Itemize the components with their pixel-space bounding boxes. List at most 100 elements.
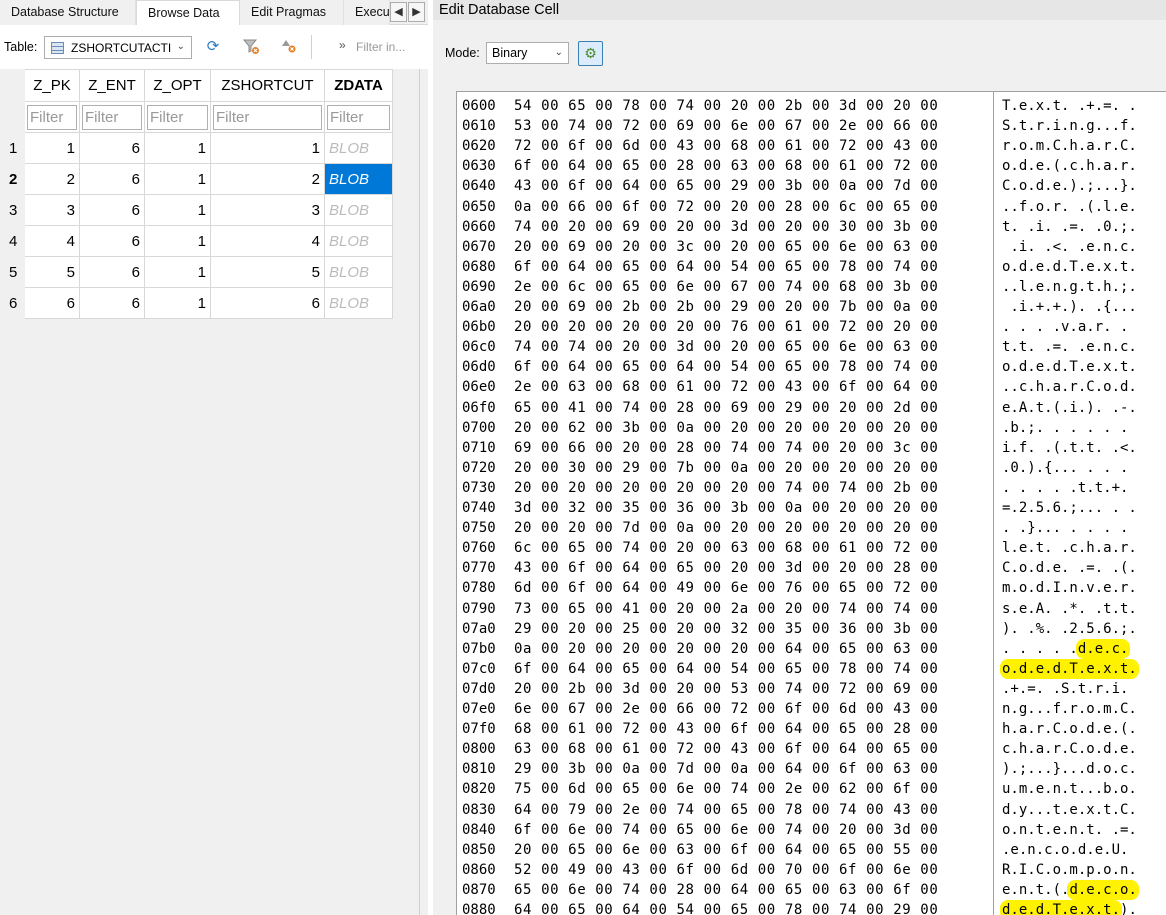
filter-input-zdata[interactable]: Filter <box>327 104 390 130</box>
hex-bytes[interactable]: 6f 00 64 00 65 00 28 00 63 00 68 00 61 0… <box>514 156 938 176</box>
cell-z-opt[interactable]: 1 <box>144 163 211 195</box>
hex-bytes[interactable]: 6c 00 65 00 74 00 20 00 63 00 68 00 61 0… <box>514 538 938 558</box>
column-header-z-opt[interactable]: Z_OPT <box>144 69 211 102</box>
table-row[interactable]: 4 4 6 1 4 BLOB <box>3 225 393 257</box>
table-select[interactable]: ZSHORTCUTACTI ⌄ <box>44 36 192 59</box>
hex-ascii[interactable]: d.e.d.T.e.x.t.). <box>1002 900 1137 915</box>
cell-z-opt[interactable]: 1 <box>144 256 211 288</box>
hex-ascii[interactable]: .0.).{... . . . <box>1002 458 1128 478</box>
cell-z-pk[interactable]: 2 <box>24 163 80 195</box>
hex-ascii[interactable]: h.a.r.C.o.d.e.(. <box>1002 719 1137 739</box>
tab-scroll-right-icon[interactable]: ▶ <box>408 2 425 22</box>
hex-bytes[interactable]: 75 00 6d 00 65 00 6e 00 74 00 2e 00 62 0… <box>514 779 938 799</box>
hex-ascii[interactable]: .+.=. .S.t.r.i. <box>1002 679 1128 699</box>
cell-z-opt[interactable]: 1 <box>144 287 211 319</box>
hex-ascii[interactable]: t. .i. .=. .0.;. <box>1002 217 1137 237</box>
hex-bytes[interactable]: 6f 00 64 00 65 00 64 00 54 00 65 00 78 0… <box>514 257 938 277</box>
hex-ascii[interactable]: e.n.t.(.d.e.c.o. <box>1002 880 1137 900</box>
hex-ascii[interactable]: . .}... . . . . <box>1002 518 1128 538</box>
mode-select[interactable]: Binary ⌄ <box>486 42 569 64</box>
row-number[interactable]: 1 <box>3 132 25 164</box>
table-row[interactable]: 1 1 6 1 1 BLOB <box>3 132 393 164</box>
hex-bytes[interactable]: 20 00 30 00 29 00 7b 00 0a 00 20 00 20 0… <box>514 458 938 478</box>
row-number[interactable]: 2 <box>3 163 25 195</box>
hex-ascii[interactable]: n.g...f.r.o.m.C. <box>1002 699 1137 719</box>
cell-z-ent[interactable]: 6 <box>79 287 145 319</box>
hex-bytes[interactable]: 20 00 69 00 20 00 3c 00 20 00 65 00 6e 0… <box>514 237 938 257</box>
filter-input-z-ent[interactable]: Filter <box>82 104 142 130</box>
table-row[interactable]: 5 5 6 1 5 BLOB <box>3 256 393 288</box>
hex-bytes[interactable]: 20 00 20 00 7d 00 0a 00 20 00 20 00 20 0… <box>514 518 938 538</box>
hex-ascii[interactable]: S.t.r.i.n.g...f. <box>1002 116 1137 136</box>
cell-zdata[interactable]: BLOB <box>324 287 393 319</box>
hex-bytes[interactable]: 2e 00 63 00 68 00 61 00 72 00 43 00 6f 0… <box>514 377 938 397</box>
hex-ascii[interactable]: ).;...}...d.o.c. <box>1002 759 1137 779</box>
hex-bytes[interactable]: 72 00 6f 00 6d 00 43 00 68 00 61 00 72 0… <box>514 136 938 156</box>
cell-zdata[interactable]: BLOB <box>324 225 393 257</box>
hex-bytes[interactable]: 43 00 6f 00 64 00 65 00 20 00 3d 00 20 0… <box>514 558 938 578</box>
hex-bytes[interactable]: 20 00 20 00 20 00 20 00 76 00 61 00 72 0… <box>514 317 938 337</box>
tab-browse-data[interactable]: Browse Data <box>136 0 240 26</box>
column-header-zshortcut[interactable]: ZSHORTCUT <box>210 69 325 102</box>
hex-bytes[interactable]: 53 00 74 00 72 00 69 00 6e 00 67 00 2e 0… <box>514 116 938 136</box>
hex-ascii[interactable]: C.o.d.e. .=. .(. <box>1002 558 1137 578</box>
hex-bytes[interactable]: 20 00 20 00 20 00 20 00 20 00 74 00 74 0… <box>514 478 938 498</box>
hex-ascii[interactable]: . . . . .t.t.+. <box>1002 478 1128 498</box>
hex-ascii[interactable]: l.e.t. .c.h.a.r. <box>1002 538 1137 558</box>
cell-z-pk[interactable]: 4 <box>24 225 80 257</box>
tab-edit-pragmas[interactable]: Edit Pragmas <box>240 0 344 25</box>
hex-bytes[interactable]: 65 00 41 00 74 00 28 00 69 00 29 00 20 0… <box>514 398 938 418</box>
row-number[interactable]: 6 <box>3 287 25 319</box>
hex-bytes[interactable]: 69 00 66 00 20 00 28 00 74 00 74 00 20 0… <box>514 438 938 458</box>
cell-zdata[interactable]: BLOB <box>324 194 393 226</box>
hex-ascii[interactable]: i.f. .(.t.t. .<. <box>1002 438 1137 458</box>
hex-ascii[interactable]: ..c.h.a.r.C.o.d. <box>1002 377 1137 397</box>
cell-z-ent[interactable]: 6 <box>79 163 145 195</box>
cell-z-pk[interactable]: 3 <box>24 194 80 226</box>
hex-bytes[interactable]: 3d 00 32 00 35 00 36 00 3b 00 0a 00 20 0… <box>514 498 938 518</box>
hex-ascii[interactable]: t.t. .=. .e.n.c. <box>1002 337 1137 357</box>
cell-z-opt[interactable]: 1 <box>144 194 211 226</box>
hex-ascii[interactable]: C.o.d.e.).;...}. <box>1002 176 1137 196</box>
cell-zshortcut[interactable]: 5 <box>210 256 325 288</box>
corner-cell[interactable] <box>3 69 25 102</box>
hex-ascii[interactable]: o.d.e.(.c.h.a.r. <box>1002 156 1137 176</box>
hex-ascii[interactable]: .i.+.+.). .{... <box>1002 297 1136 317</box>
hex-ascii[interactable]: .i. .<. .e.n.c. <box>1002 237 1136 257</box>
table-row[interactable]: 3 3 6 1 3 BLOB <box>3 194 393 226</box>
tab-execute-sql[interactable]: Execu <box>344 0 390 25</box>
hex-ascii[interactable]: m.o.d.I.n.v.e.r. <box>1002 578 1137 598</box>
hex-bytes[interactable]: 63 00 68 00 61 00 72 00 43 00 6f 00 64 0… <box>514 739 938 759</box>
hex-bytes[interactable]: 29 00 20 00 25 00 20 00 32 00 35 00 36 0… <box>514 619 938 639</box>
tab-scroll-left-icon[interactable]: ◀ <box>390 2 407 22</box>
hex-ascii[interactable]: T.e.x.t. .+.=. . <box>1002 96 1137 116</box>
hex-ascii[interactable]: o.n.t.e.n.t. .=. <box>1002 820 1137 840</box>
hex-bytes[interactable]: 0a 00 66 00 6f 00 72 00 20 00 28 00 6c 0… <box>514 197 938 217</box>
clear-filters-button[interactable] <box>240 37 262 57</box>
cell-zdata[interactable]: BLOB <box>324 163 393 195</box>
cell-z-opt[interactable]: 1 <box>144 132 211 164</box>
hex-ascii[interactable]: . . . .v.a.r. . <box>1002 317 1128 337</box>
auto-switch-mode-button[interactable]: ⚙ <box>578 41 603 66</box>
row-number[interactable]: 4 <box>3 225 25 257</box>
filter-in-input[interactable]: Filter in... <box>356 37 436 57</box>
hex-ascii[interactable]: e.A.t.(.i.). .-. <box>1002 398 1137 418</box>
hex-bytes[interactable]: 29 00 3b 00 0a 00 7d 00 0a 00 64 00 6f 0… <box>514 759 938 779</box>
column-header-zdata[interactable]: ZDATA <box>324 69 393 102</box>
hex-ascii[interactable]: ..l.e.n.g.t.h.;. <box>1002 277 1137 297</box>
hex-ascii[interactable]: r.o.m.C.h.a.r.C. <box>1002 136 1137 156</box>
cell-z-ent[interactable]: 6 <box>79 256 145 288</box>
cell-zshortcut[interactable]: 6 <box>210 287 325 319</box>
cell-zshortcut[interactable]: 1 <box>210 132 325 164</box>
hex-ascii[interactable]: c.h.a.r.C.o.d.e. <box>1002 739 1137 759</box>
hex-bytes[interactable]: 54 00 65 00 78 00 74 00 20 00 2b 00 3d 0… <box>514 96 938 116</box>
refresh-icon[interactable]: ⟳ <box>202 37 224 57</box>
hex-ascii[interactable]: ..f.o.r. .(.l.e. <box>1002 197 1137 217</box>
cell-zshortcut[interactable]: 2 <box>210 163 325 195</box>
hex-bytes[interactable]: 65 00 6e 00 74 00 28 00 64 00 65 00 63 0… <box>514 880 938 900</box>
hex-bytes[interactable]: 6f 00 64 00 65 00 64 00 54 00 65 00 78 0… <box>514 659 938 679</box>
cell-z-pk[interactable]: 5 <box>24 256 80 288</box>
hex-ascii[interactable]: o.d.e.d.T.e.x.t. <box>1002 659 1137 679</box>
cell-z-ent[interactable]: 6 <box>79 225 145 257</box>
hex-bytes[interactable]: 52 00 49 00 43 00 6f 00 6d 00 70 00 6f 0… <box>514 860 938 880</box>
